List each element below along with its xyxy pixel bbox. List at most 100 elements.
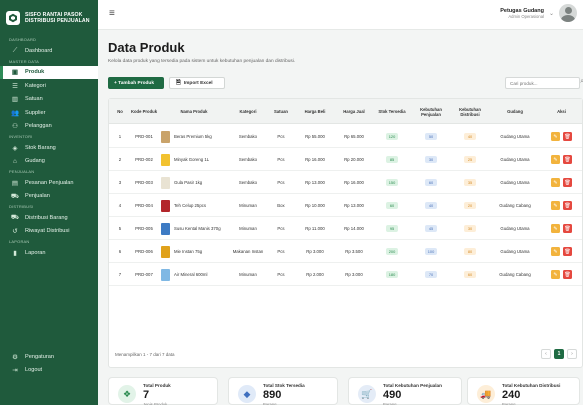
sidebar-item-logout[interactable]: ⇥ Logout [0, 364, 98, 378]
trash-icon[interactable]: 🗑 [563, 178, 572, 187]
distribution-need-cell: 25 [451, 148, 489, 171]
sidebar-item-pelanggan[interactable]: ⚇ Pelanggan [0, 120, 98, 134]
edit-icon[interactable]: ✎ [551, 155, 560, 164]
product-code: PRD-003 [135, 180, 153, 185]
sales-need-badge: 45 [425, 225, 437, 232]
sidebar-item-label: Penjualan [25, 193, 50, 200]
user-menu[interactable]: Petugas Gudang Admin Operasional ⌄ [500, 4, 577, 22]
user-name: Petugas Gudang [500, 7, 544, 14]
distribution-need-badge: 35 [464, 179, 476, 186]
sidebar-item-dashboard[interactable]: ⟋ Dashboard [0, 44, 98, 58]
sidebar-item-pengaturan[interactable]: ⚙ Pengaturan [0, 350, 98, 364]
menu-toggle-icon[interactable]: ≡ [109, 9, 119, 19]
search-input[interactable] [510, 80, 570, 86]
column-header: Nama Produk [180, 109, 208, 114]
page-1-button[interactable]: 1 [554, 349, 564, 359]
sidebar-item-label: Produk [25, 69, 45, 76]
sidebar-item-produk[interactable]: ▣ Produk [0, 65, 98, 79]
sidebar-item-label: Logout [25, 367, 43, 374]
sidebar-item-riwayat-distribusi[interactable]: ↺ Riwayat Distribusi [0, 225, 98, 239]
distribution-need-cell: 40 [451, 125, 489, 148]
page-subtitle: Kelola data produk yang tersedia pada si… [108, 59, 296, 64]
product-name-cell: Beras Premium 5kg [161, 125, 231, 148]
column-header: Stok Tersedia [378, 109, 406, 114]
edit-icon[interactable]: ✎ [551, 132, 560, 141]
summary-title: Total Produk [143, 383, 171, 388]
product-table: No Kode Produk Nama Produk Kategori Satuan Ha… [108, 98, 583, 368]
stock-cell: 85 [373, 148, 411, 171]
users-icon: 👥 [10, 109, 20, 117]
warehouse: Gudang Utama [500, 226, 530, 231]
sidebar-item-kategori[interactable]: ☰ Kategori [0, 79, 98, 93]
sidebar-section-title: MASTER DATA [9, 58, 40, 64]
table-row: 6 PRD-006 Mie Instan 75g Makanan Instan … [109, 240, 582, 263]
sidebar-item-satuan[interactable]: ▥ Satuan [0, 93, 98, 107]
product-category: Sembako [238, 157, 258, 162]
stock-badge: 150 [386, 179, 398, 186]
edit-icon[interactable]: ✎ [551, 224, 560, 233]
trash-icon[interactable]: 🗑 [563, 201, 572, 210]
trash-icon[interactable]: 🗑 [563, 132, 572, 141]
sidebar-item-distribusi-barang[interactable]: ⛟ Distribusi Barang [0, 211, 98, 225]
column-header: Kebutuhan Distribusi [459, 106, 481, 117]
search-box[interactable]: ⌕ [505, 77, 583, 89]
sidebar-item-pesanan-penjualan[interactable]: ▤ Pesanan Penjualan [0, 176, 98, 190]
summary-value: 490 [383, 389, 402, 401]
edit-icon[interactable]: ✎ [551, 247, 560, 256]
summary-title: Total Kebutuhan Distribusi [502, 383, 561, 388]
product-name: Air Mineral 600ml [174, 272, 208, 277]
trash-icon[interactable]: 🗑 [563, 155, 572, 164]
import-excel-button[interactable]: 🗎 Import Excel [169, 77, 225, 89]
sidebar-section-title: DISTRIBUSI [9, 204, 34, 209]
chevron-down-icon[interactable]: ⌄ [549, 10, 554, 17]
edit-icon[interactable]: ✎ [551, 178, 560, 187]
product-thumbnail [161, 130, 170, 143]
sidebar-item-label: Stok Barang [25, 144, 56, 151]
next-page-button[interactable]: › [567, 349, 577, 359]
product-category: Minuman [239, 272, 257, 277]
avatar[interactable] [559, 4, 577, 22]
bar-chart-icon: ▮ [13, 249, 17, 257]
trash-icon[interactable]: 🗑 [563, 247, 572, 256]
cube-icon: ◆ [238, 385, 256, 403]
warehouse: Gudang Cabang [499, 272, 531, 277]
product-name-cell: Susu Kental Manis 370g [161, 217, 231, 240]
sidebar-item-laporan[interactable]: ▮ Laporan [0, 246, 98, 260]
pagination: ‹ 1 › [541, 349, 577, 359]
sidebar-item-label: Kategori [25, 82, 46, 89]
trash-icon[interactable]: 🗑 [563, 224, 572, 233]
prev-page-button[interactable]: ‹ [541, 349, 551, 359]
stock-cell: 60 [373, 194, 411, 217]
edit-icon[interactable]: ✎ [551, 201, 560, 210]
buy-price: Rp 2.000 [306, 272, 324, 277]
table-header: No Kode Produk Nama Produk Kategori Satuan Ha… [109, 99, 582, 124]
sidebar-item-stok-barang[interactable]: ◈ Stok Barang [0, 141, 98, 155]
sidebar-section-title: PENJUALAN [9, 169, 35, 174]
product-name-cell: Teh Celup 25pcs [161, 194, 231, 217]
row-actions: ✎ 🗑 [541, 240, 582, 263]
sidebar-item-gudang[interactable]: ⌂ Gudang [0, 155, 98, 169]
summary-value: 240 [502, 389, 521, 401]
product-thumbnail [161, 176, 170, 189]
row-actions: ✎ 🗑 [541, 217, 582, 240]
trash-icon[interactable]: 🗑 [563, 270, 572, 279]
product-name-cell: Mie Instan 75g [161, 240, 231, 263]
row-number: 7 [118, 272, 122, 277]
brand[interactable]: SISFO RANTAI PASOK DISTRIBUSI PENJUALAN [0, 0, 98, 36]
product-thumbnail [161, 268, 170, 281]
scale-icon: ▥ [11, 96, 19, 104]
warehouse: Gudang Utama [500, 249, 530, 254]
sidebar-section-title: LAPORAN [9, 239, 30, 244]
sidebar-item-penjualan[interactable]: ⛟ Penjualan [0, 190, 98, 204]
summary-card: 🛒 Total Kebutuhan Penjualan 490 Barang [348, 377, 462, 405]
row-actions: ✎ 🗑 [541, 194, 582, 217]
product-category: Sembako [238, 180, 258, 185]
summary-value: 890 [263, 389, 282, 401]
product-code: PRD-002 [135, 157, 153, 162]
sidebar-item-supplier[interactable]: 👥 Supplier [0, 106, 98, 120]
add-product-button[interactable]: + Tambah Produk [108, 77, 164, 89]
edit-icon[interactable]: ✎ [551, 270, 560, 279]
stock-cell: 200 [373, 240, 411, 263]
column-header: Kategori [239, 109, 257, 114]
distribution-need-badge: 60 [464, 271, 476, 278]
